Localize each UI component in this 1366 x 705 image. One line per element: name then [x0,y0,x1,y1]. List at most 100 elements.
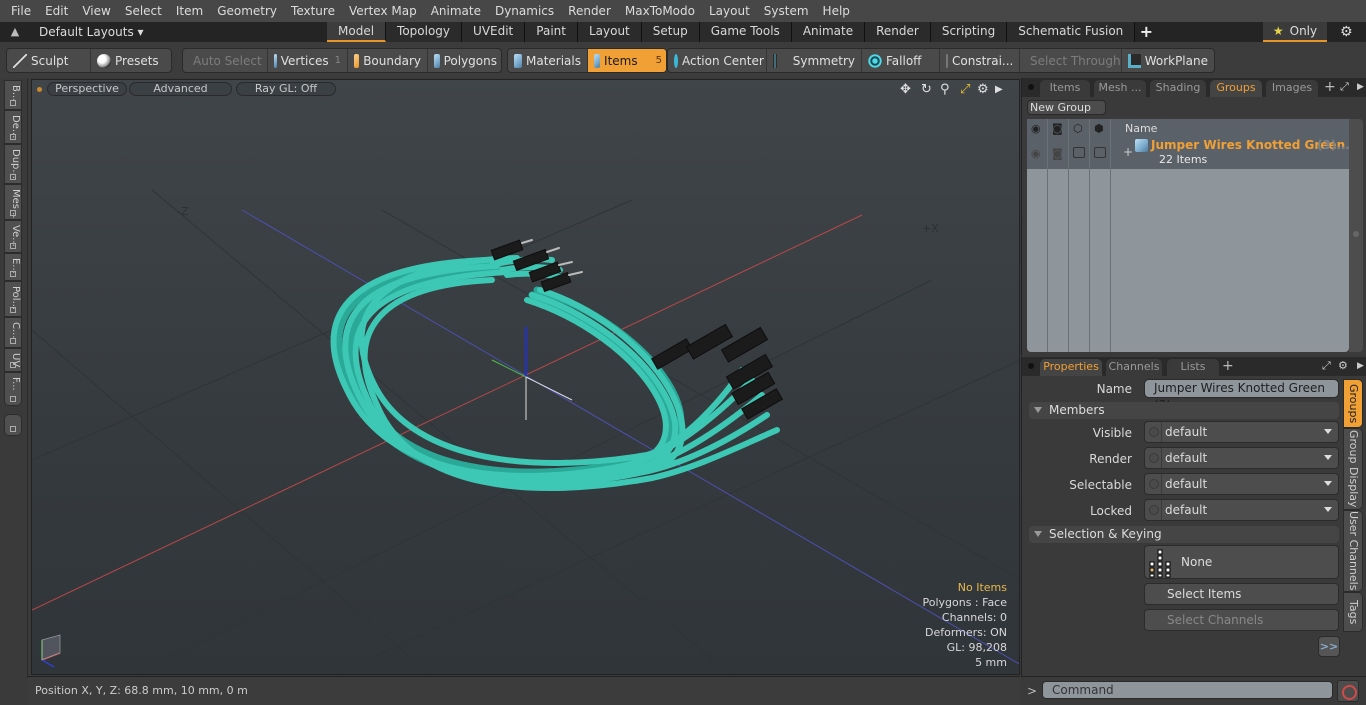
panel-menu-dot[interactable] [1028,84,1034,90]
add-tab-button[interactable]: + [1135,22,1157,42]
more-button[interactable]: >> [1318,636,1340,657]
none-selection-button[interactable]: None [1144,545,1339,579]
visible-dropdown[interactable]: default [1144,421,1339,443]
panel-arrow-icon[interactable]: ▶ [1357,82,1364,92]
properties-menu-dot[interactable] [1028,363,1034,369]
viewport-menu-dot[interactable] [37,87,42,92]
menu-vertex-map[interactable]: Vertex Map [342,0,424,22]
left-tab-vertex[interactable]: Ve... [4,220,22,253]
menu-texture[interactable]: Texture [284,0,342,22]
side-tab-user-channels[interactable]: User Channels [1343,510,1363,592]
properties-arrow-icon[interactable]: ▶ [1357,361,1364,371]
groups-list-scrollbar[interactable] [1349,119,1363,352]
action-center-button[interactable]: Action Center [668,49,767,72]
row-selectable-toggle[interactable] [1073,147,1085,158]
tab-animate[interactable]: Animate [791,22,866,42]
tab-uvedit[interactable]: UVEdit [462,22,526,42]
menu-edit[interactable]: Edit [38,0,75,22]
menu-item[interactable]: Item [169,0,210,22]
left-tab-edge[interactable]: E... [4,253,22,281]
render-dropdown[interactable]: default [1144,447,1339,469]
selectable-dropdown[interactable]: default [1144,473,1339,495]
tab-render[interactable]: Render [865,22,931,42]
vertices-button[interactable]: Vertices 1 [268,49,348,72]
gear-icon[interactable]: ⚙ [1340,24,1353,40]
row-render-icon[interactable]: ◙ [1052,147,1063,160]
selection-keying-section-header[interactable]: Selection & Keying [1029,526,1339,543]
side-tab-groups[interactable]: Groups [1343,379,1363,428]
zoom-view-icon[interactable]: ⚲ [940,82,950,97]
properties-gear-icon[interactable]: ⚙ [1338,359,1348,372]
menu-render[interactable]: Render [561,0,618,22]
tab-setup[interactable]: Setup [641,22,700,42]
lock-cube-icon[interactable]: ⬢ [1094,122,1104,135]
menu-dynamics[interactable]: Dynamics [488,0,561,22]
scroll-handle[interactable] [1353,231,1359,237]
selectable-radio[interactable] [1149,479,1159,489]
shading-mode-button[interactable]: Advanced [129,82,232,96]
name-column-header[interactable]: Name [1125,122,1157,135]
row-visibility-icon[interactable]: ◉ [1031,147,1041,160]
left-tab-basic[interactable]: B... [4,80,22,110]
tab-game-tools[interactable]: Game Tools [699,22,792,42]
only-favorites-button[interactable]: ★ Only [1263,22,1327,42]
tab-images[interactable]: Images [1266,80,1318,97]
viewport-gear-icon[interactable]: ⚙ [977,82,989,97]
row-lock-toggle[interactable] [1094,147,1106,158]
symmetry-button[interactable]: Symmetry [767,49,862,72]
tab-groups[interactable]: Groups [1210,80,1262,97]
raygl-button[interactable]: Ray GL: Off [236,82,336,96]
left-tab-duplicate[interactable]: Dup... [4,144,22,184]
workplane-button[interactable]: WorkPlane [1122,49,1214,72]
menu-geometry[interactable]: Geometry [210,0,284,22]
properties-expand-icon[interactable]: ⤢ [1322,359,1331,373]
command-input[interactable]: Command [1042,681,1333,699]
tab-layout[interactable]: Layout [577,22,642,42]
members-section-header[interactable]: Members [1029,402,1339,419]
left-tab-extra[interactable] [4,414,22,436]
tab-schematic-fusion[interactable]: Schematic Fusion [1007,22,1136,42]
menu-maxtomodo[interactable]: MaxToModo [618,0,702,22]
menu-file[interactable]: File [4,0,38,22]
render-camera-icon[interactable]: ◙ [1052,122,1063,135]
left-tab-polygon[interactable]: Pol... [4,281,22,317]
side-tab-tags[interactable]: Tags [1343,592,1363,632]
maximize-view-icon[interactable]: ⤢ [960,82,970,97]
tab-items[interactable]: Items [1040,80,1090,97]
expand-group-icon[interactable]: + [1123,145,1133,159]
jumper-wires-model[interactable] [330,239,784,491]
move-view-icon[interactable]: ✥ [900,82,911,97]
render-radio[interactable] [1149,453,1159,463]
add-panel-tab-button[interactable]: + [1324,79,1336,95]
presets-button[interactable]: Presets [91,49,171,72]
group-row[interactable]: ◉ ◙ + Jumper Wires Knotted Green (3)... … [1027,137,1349,169]
menu-system[interactable]: System [757,0,816,22]
items-button[interactable]: Items 5 [588,49,666,72]
add-properties-tab-button[interactable]: + [1222,358,1234,374]
materials-button[interactable]: Materials [508,49,588,72]
locked-radio[interactable] [1149,505,1159,515]
left-tab-mesh-edit[interactable]: Mes... [4,184,22,220]
polygons-button[interactable]: Polygons [428,49,501,72]
tab-lists[interactable]: Lists [1167,359,1219,376]
menu-view[interactable]: View [75,0,117,22]
tab-paint[interactable]: Paint [525,22,578,42]
viewport-expand-arrow-icon[interactable]: ▶ [995,84,1003,95]
select-channels-button[interactable]: Select Channels [1144,609,1339,631]
tab-topology[interactable]: Topology [386,22,463,42]
tab-mesh[interactable]: Mesh ... [1094,80,1146,97]
collapse-up-icon[interactable]: ▲ [8,25,22,39]
3d-viewport[interactable]: -Z +X Perspective Advanced Ray GL: Off ✥… [31,79,1020,675]
select-items-button[interactable]: Select Items [1144,583,1339,605]
tab-properties[interactable]: Properties [1040,359,1102,376]
boundary-button[interactable]: Boundary [348,49,428,72]
tab-shading[interactable]: Shading [1150,80,1206,97]
auto-select-button[interactable]: Auto Select [183,49,268,72]
side-tab-group-display[interactable]: Group Display [1343,428,1363,510]
selectable-cube-icon[interactable]: ⬡ [1073,122,1083,135]
sculpt-button[interactable]: Sculpt [7,49,91,72]
locked-dropdown[interactable]: default [1144,499,1339,521]
new-group-button[interactable]: New Group [1027,100,1106,115]
tab-channels[interactable]: Channels [1106,359,1162,376]
visible-radio[interactable] [1149,427,1159,437]
